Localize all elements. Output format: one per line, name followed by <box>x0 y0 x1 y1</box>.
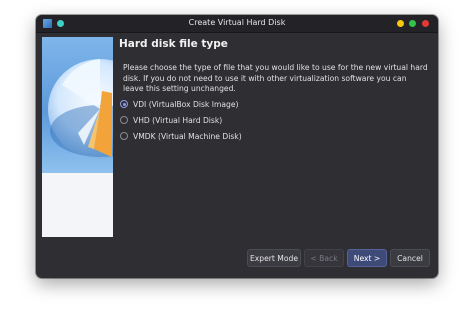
option-label: VMDK (Virtual Machine Disk) <box>133 131 242 141</box>
back-button[interactable]: < Back <box>304 249 344 267</box>
wizard-banner-image <box>42 37 113 237</box>
next-button[interactable]: Next > <box>347 249 387 267</box>
option-label: VHD (Virtual Hard Disk) <box>133 115 223 125</box>
expert-mode-button[interactable]: Expert Mode <box>247 249 301 267</box>
radio-option-vhd[interactable]: VHD (Virtual Hard Disk) <box>120 114 222 126</box>
radio-option-vmdk[interactable]: VMDK (Virtual Machine Disk) <box>120 130 242 142</box>
radio-unselected-icon[interactable] <box>120 116 128 124</box>
radio-selected-icon[interactable] <box>120 100 128 108</box>
maximize-button[interactable] <box>409 20 416 27</box>
hard-disk-illustration <box>48 59 113 159</box>
minimize-button[interactable] <box>397 20 404 27</box>
radio-unselected-icon[interactable] <box>120 132 128 140</box>
dialog-window: Create Virtual Hard Disk Hard disk file … <box>36 15 438 278</box>
option-label: VDI (VirtualBox Disk Image) <box>133 99 239 109</box>
window-title: Create Virtual Hard Disk <box>188 18 286 27</box>
page-heading: Hard disk file type <box>119 38 228 50</box>
close-button[interactable] <box>422 20 429 27</box>
title-bar[interactable]: Create Virtual Hard Disk <box>36 15 438 33</box>
cancel-button[interactable]: Cancel <box>390 249 430 267</box>
page-description: Please choose the type of file that you … <box>123 63 428 93</box>
radio-option-vdi[interactable]: VDI (VirtualBox Disk Image) <box>120 98 238 110</box>
